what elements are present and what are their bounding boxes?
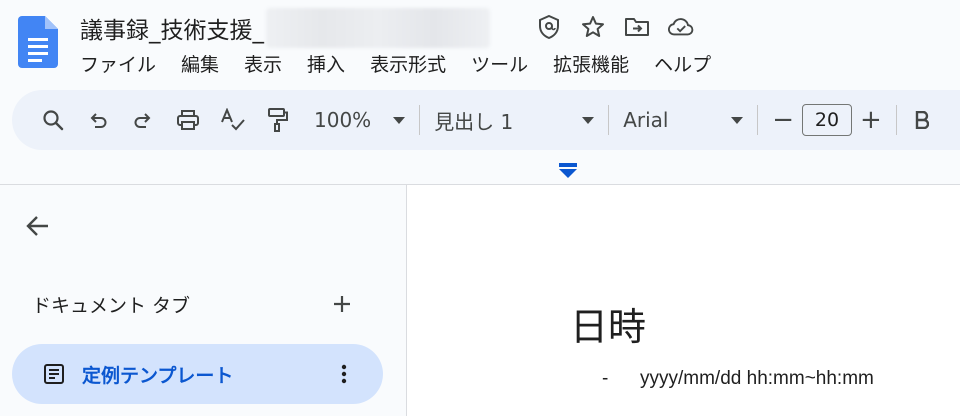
style-value: 見出し 1: [434, 109, 514, 134]
toolbar-divider: [895, 105, 897, 135]
decrease-font-size-button[interactable]: −: [772, 107, 794, 133]
font-size-input[interactable]: 20: [801, 104, 852, 136]
menu-help[interactable]: ヘルプ: [654, 50, 723, 77]
tabs-header: ドキュメント タブ: [32, 295, 191, 317]
menu-tools[interactable]: ツール: [471, 50, 540, 77]
toolbar-divider: [608, 105, 610, 135]
tab-label: 定例テンプレート: [82, 365, 234, 387]
menu-bar: ファイル 編集 表示 挿入 表示形式 ツール 拡張機能 ヘルプ: [80, 50, 736, 77]
style-chevron-down-icon: [582, 116, 595, 124]
add-tab-icon[interactable]: [330, 292, 354, 316]
app-header: 議事録_技術支援_ ファイル 編集 表示 挿入 表示形式 ツール 拡張機能 ヘル…: [0, 0, 960, 88]
font-select[interactable]: Arial: [623, 108, 744, 132]
menu-format[interactable]: 表示形式: [370, 50, 458, 77]
menu-extensions[interactable]: 拡張機能: [553, 50, 641, 77]
document-heading[interactable]: 日時: [570, 296, 646, 351]
zoom-chevron-down-icon: [393, 116, 406, 124]
bullet-marker: -: [602, 368, 609, 389]
menu-view[interactable]: 表示: [244, 50, 294, 77]
star-icon[interactable]: [580, 14, 606, 40]
document-icon: [42, 362, 66, 386]
zoom-value: 100%: [314, 108, 372, 132]
title-redacted-area: [266, 8, 490, 48]
bold-icon[interactable]: [907, 105, 937, 135]
style-select[interactable]: 見出し 1: [434, 106, 595, 135]
menu-file[interactable]: ファイル: [80, 50, 168, 77]
paint-format-icon[interactable]: [263, 105, 293, 135]
redo-icon[interactable]: [128, 105, 158, 135]
more-vert-icon[interactable]: [332, 362, 356, 386]
menu-edit[interactable]: 編集: [181, 50, 231, 77]
font-chevron-down-icon: [731, 116, 744, 124]
spellcheck-icon[interactable]: [218, 105, 248, 135]
toolbar-divider: [419, 105, 421, 135]
cloud-saved-icon[interactable]: [668, 14, 694, 40]
font-value: Arial: [623, 108, 669, 132]
move-to-folder-icon[interactable]: [624, 14, 650, 40]
zoom-select[interactable]: 100%: [314, 108, 406, 132]
search-icon[interactable]: [38, 105, 68, 135]
print-icon[interactable]: [173, 105, 203, 135]
undo-icon[interactable]: [83, 105, 113, 135]
back-arrow-icon[interactable]: [24, 212, 52, 240]
increase-font-size-button[interactable]: +: [860, 107, 882, 133]
document-title[interactable]: 議事録_技術支援_: [80, 11, 264, 45]
bullet-text[interactable]: yyyy/mm/dd hh:mm~hh:mm: [640, 368, 874, 390]
toolbar: 100% 見出し 1 Arial − 20 +: [12, 90, 960, 150]
docs-logo-icon[interactable]: [18, 16, 58, 68]
indent-marker-icon[interactable]: [559, 163, 577, 179]
toolbar-divider: [757, 105, 759, 135]
tab-teirei-template[interactable]: 定例テンプレート: [12, 344, 383, 404]
shield-check-icon[interactable]: [536, 14, 562, 40]
menu-insert[interactable]: 挿入: [307, 50, 357, 77]
